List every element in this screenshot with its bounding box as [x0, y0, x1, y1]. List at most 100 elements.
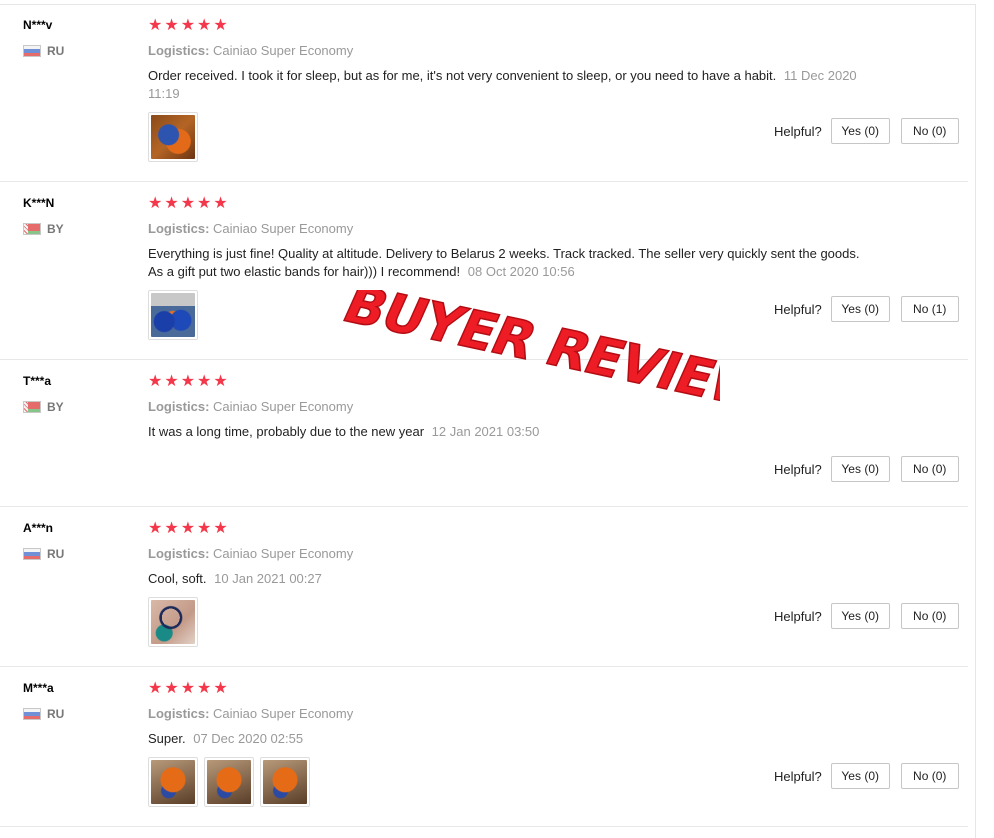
logistics-info: Logistics: Cainiao Super Economy	[148, 399, 353, 414]
helpful-yes-button[interactable]: Yes (0)	[830, 456, 890, 482]
reviewer-country: RU	[23, 547, 64, 561]
country-code: BY	[47, 400, 64, 414]
star-icon: ★	[148, 17, 163, 34]
star-rating: ★ ★ ★ ★ ★	[148, 374, 228, 390]
star-icon: ★	[197, 373, 212, 390]
star-icon: ★	[180, 520, 196, 537]
star-icon: ★	[213, 195, 228, 212]
helpful-no-button[interactable]: No (0)	[900, 603, 959, 629]
star-icon: ★	[213, 520, 228, 537]
star-icon: ★	[164, 680, 179, 697]
star-icon: ★	[197, 520, 212, 537]
review-date: 12 Jan 2021 03:50	[431, 424, 540, 439]
logistics-label: Logistics:	[148, 43, 210, 58]
belarus-flag-icon	[23, 223, 41, 235]
logistics-label: Logistics:	[148, 221, 210, 236]
logistics-label: Logistics:	[148, 399, 210, 414]
review-photos	[148, 757, 310, 807]
star-icon: ★	[148, 520, 163, 537]
helpful-no-button[interactable]: No (1)	[900, 296, 959, 322]
reviewer-name: N***v	[23, 18, 53, 32]
review-text-block: Order received. I took it for sleep, but…	[148, 67, 868, 103]
helpful-label: Helpful?	[774, 301, 822, 317]
russia-flag-icon	[23, 45, 41, 57]
russia-flag-icon	[23, 708, 41, 720]
review-date: 08 Oct 2020 10:56	[467, 264, 575, 279]
star-icon: ★	[180, 680, 196, 697]
review-text: Cool, soft.	[148, 571, 207, 586]
review-text: It was a long time, probably due to the …	[148, 424, 425, 439]
logistics-label: Logistics:	[148, 706, 210, 721]
reviewer-country: BY	[23, 222, 64, 236]
review-text-block: Cool, soft. 10 Jan 2021 00:27	[148, 570, 868, 588]
helpful-label: Helpful?	[774, 608, 822, 624]
russia-flag-icon	[23, 548, 41, 560]
country-code: BY	[47, 222, 64, 236]
review-photo-thumbnail[interactable]	[148, 757, 198, 807]
logistics-value: Cainiao Super Economy	[213, 546, 354, 561]
star-icon: ★	[180, 17, 196, 34]
review-photo-thumbnail[interactable]	[204, 757, 254, 807]
review-photo-thumbnail[interactable]	[260, 757, 310, 807]
country-code: RU	[47, 44, 65, 58]
helpful-label: Helpful?	[774, 123, 822, 139]
logistics-value: Cainiao Super Economy	[213, 706, 354, 721]
review-date: 07 Dec 2020 02:55	[193, 731, 304, 746]
review-list: N***v RU ★ ★ ★ ★ ★ Logistics: Cainiao Su…	[0, 0, 994, 838]
logistics-label: Logistics:	[148, 546, 210, 561]
star-rating: ★ ★ ★ ★ ★	[148, 196, 228, 212]
review-photo-thumbnail[interactable]	[148, 112, 198, 162]
review-item: A***n RU ★ ★ ★ ★ ★ Logistics: Cainiao Su…	[0, 507, 968, 667]
review-text-block: Everything is just fine! Quality at alti…	[148, 245, 868, 281]
star-icon: ★	[197, 680, 212, 697]
reviewer-name: T***a	[23, 374, 52, 388]
reviewer-name: K***N	[23, 196, 55, 210]
review-item: K***N BY ★ ★ ★ ★ ★ Logistics: Cainiao Su…	[0, 182, 968, 360]
helpful-yes-button[interactable]: Yes (0)	[830, 603, 890, 629]
logistics-value: Cainiao Super Economy	[213, 399, 354, 414]
star-icon: ★	[164, 373, 179, 390]
logistics-value: Cainiao Super Economy	[213, 221, 354, 236]
review-photos	[148, 112, 198, 162]
review-photo-thumbnail[interactable]	[148, 290, 198, 340]
logistics-value: Cainiao Super Economy	[213, 43, 354, 58]
helpful-yes-button[interactable]: Yes (0)	[830, 118, 890, 144]
star-icon: ★	[213, 373, 228, 390]
country-code: RU	[47, 707, 65, 721]
country-code: RU	[47, 547, 65, 561]
helpful-no-button[interactable]: No (0)	[900, 456, 959, 482]
star-rating: ★ ★ ★ ★ ★	[148, 681, 228, 697]
helpful-no-button[interactable]: No (0)	[900, 118, 959, 144]
review-item: N***v RU ★ ★ ★ ★ ★ Logistics: Cainiao Su…	[0, 4, 968, 182]
helpful-label: Helpful?	[774, 768, 822, 784]
star-rating: ★ ★ ★ ★ ★	[148, 521, 228, 537]
helpful-vote: Helpful? Yes (0) No (0)	[774, 763, 959, 789]
review-text: Order received. I took it for sleep, but…	[148, 68, 777, 83]
helpful-vote: Helpful? Yes (0) No (0)	[774, 456, 959, 482]
logistics-info: Logistics: Cainiao Super Economy	[148, 43, 353, 58]
review-photo-thumbnail[interactable]	[148, 597, 198, 647]
helpful-vote: Helpful? Yes (0) No (1)	[774, 296, 959, 322]
helpful-yes-button[interactable]: Yes (0)	[830, 763, 890, 789]
reviewer-country: RU	[23, 707, 64, 721]
logistics-info: Logistics: Cainiao Super Economy	[148, 706, 353, 721]
star-icon: ★	[164, 195, 179, 212]
logistics-info: Logistics: Cainiao Super Economy	[148, 546, 353, 561]
review-item: T***a BY ★ ★ ★ ★ ★ Logistics: Cainiao Su…	[0, 360, 968, 507]
reviewer-name: M***a	[23, 681, 54, 695]
helpful-vote: Helpful? Yes (0) No (0)	[774, 603, 959, 629]
review-text-block: It was a long time, probably due to the …	[148, 423, 868, 441]
helpful-vote: Helpful? Yes (0) No (0)	[774, 118, 959, 144]
helpful-yes-button[interactable]: Yes (0)	[830, 296, 890, 322]
star-icon: ★	[148, 680, 163, 697]
logistics-info: Logistics: Cainiao Super Economy	[148, 221, 353, 236]
reviewer-country: RU	[23, 44, 64, 58]
review-text-block: Super. 07 Dec 2020 02:55	[148, 730, 868, 748]
review-date: 10 Jan 2021 00:27	[214, 571, 322, 586]
star-icon: ★	[180, 373, 196, 390]
star-icon: ★	[148, 373, 163, 390]
helpful-label: Helpful?	[774, 461, 822, 477]
star-icon: ★	[148, 195, 163, 212]
helpful-no-button[interactable]: No (0)	[900, 763, 959, 789]
belarus-flag-icon	[23, 401, 41, 413]
